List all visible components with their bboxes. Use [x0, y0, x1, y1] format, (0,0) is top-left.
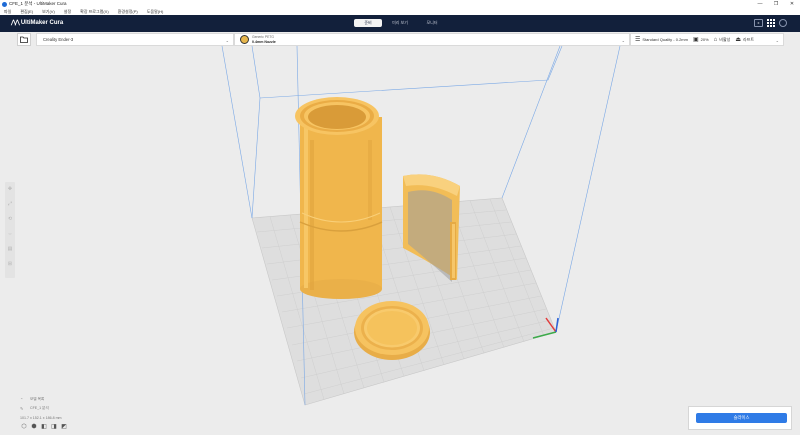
menu-extensions[interactable]: 확장 프로그램(X) [80, 9, 109, 15]
cura-app-icon [2, 1, 7, 7]
camera-view-buttons: ⬡ ⬢ ◧ ◨ ◩ [20, 422, 70, 430]
nozzle-size: 0.4mm Nozzle [252, 39, 276, 44]
open-file-button[interactable] [17, 33, 31, 46]
adhesion-label: 라프트 [743, 36, 755, 42]
object-list-toggle[interactable]: ⌃ 모델 목록 [20, 395, 62, 404]
slice-button[interactable]: 슬라이스 [696, 413, 787, 423]
infill-label: 20% [700, 37, 709, 42]
header-right-controls: ≡ [750, 19, 787, 27]
support-icon: ⌂ [713, 36, 718, 43]
menu-preferences[interactable]: 환경설정(P) [118, 9, 138, 15]
stage-tabs: 준비 미리 보기 모니터 [354, 19, 450, 27]
move-tool-icon[interactable]: ✥ [8, 186, 12, 201]
support-blocker-icon[interactable]: ⊞ [8, 261, 12, 276]
account-icon[interactable] [779, 19, 787, 27]
sliders-icon: ☰ [635, 37, 641, 43]
menu-file[interactable]: 파일 [4, 9, 11, 15]
view-top-icon[interactable]: ◧ [40, 422, 48, 430]
support-label: 비활성 [719, 36, 731, 42]
view-right-icon[interactable]: ◩ [60, 422, 68, 430]
menu-edit[interactable]: 편집(E) [20, 9, 33, 15]
view-3d-icon[interactable]: ⬡ [20, 422, 28, 430]
mirror-tool-icon[interactable]: ⇔ [8, 231, 13, 246]
pencil-icon: ✎ [20, 406, 24, 411]
slice-panel: 슬라이스 [688, 406, 792, 430]
object-dimensions-row: 101.7 x 152.1 x 186.8 mm [20, 413, 62, 422]
print-settings-selector[interactable]: ☰ Standard Quality - 0.2mm ▣ 20% ⌂ 비활성 ⏏ 라프트… [630, 33, 784, 46]
minimize-button[interactable]: — [752, 0, 768, 8]
tall-cylinder-model [295, 97, 383, 299]
apps-grid-icon[interactable] [767, 19, 775, 27]
lid-model [354, 301, 430, 360]
title-bar: CFE_1 분석 - UltiMaker Cura — ❐ ✕ [0, 0, 800, 8]
printer-selector[interactable]: Creality Ender-3 ⌄ [36, 33, 234, 46]
close-button[interactable]: ✕ [784, 0, 800, 8]
chevron-icon: ⌃ [20, 397, 24, 402]
extruder-icon [240, 35, 249, 44]
app-header: ⋀⋀ UltiMaker Cura 준비 미리 보기 모니터 ≡ [0, 15, 800, 32]
material-selector[interactable]: Generic PETG 0.4mm Nozzle ⌄ [234, 33, 630, 46]
infill-icon: ▣ [692, 37, 699, 43]
view-front-icon[interactable]: ⬢ [30, 422, 38, 430]
quality-setting: ☰ Standard Quality - 0.2mm [635, 36, 688, 43]
logo-text: UltiMaker Cura [20, 19, 64, 26]
quality-label: Standard Quality - 0.2mm [642, 37, 688, 42]
view-left-icon[interactable]: ◨ [50, 422, 58, 430]
maximize-button[interactable]: ❐ [768, 0, 784, 8]
window-title: CFE_1 분석 - UltiMaker Cura [9, 1, 67, 6]
adhesion-setting: ⏏ 라프트 [735, 36, 755, 44]
tab-prepare[interactable]: 준비 [354, 19, 382, 27]
per-model-settings-icon[interactable]: ▤ [8, 246, 13, 261]
chevron-down-icon: ⌄ [225, 38, 229, 43]
ultimaker-logo-icon: ⋀⋀ [11, 20, 20, 26]
folder-icon [20, 36, 28, 43]
infill-setting: ▣ 20% [693, 36, 709, 43]
tab-preview[interactable]: 미리 보기 [386, 19, 414, 27]
scale-tool-icon[interactable]: ⤢ [8, 201, 12, 216]
object-name-row[interactable]: ✎ CFE_1 분석 [20, 404, 62, 413]
printer-name: Creality Ender-3 [43, 37, 74, 42]
object-dimensions: 101.7 x 152.1 x 186.8 mm [20, 415, 62, 420]
support-setting: ⌂ 비활성 [714, 37, 731, 43]
menu-view[interactable]: 보기(V) [42, 9, 55, 15]
chevron-down-icon: ⌄ [621, 38, 625, 43]
marketplace-icon[interactable]: ≡ [754, 19, 763, 27]
object-name: CFE_1 분석 [30, 406, 49, 410]
ultimaker-logo: ⋀⋀ UltiMaker Cura [11, 19, 64, 27]
menu-help[interactable]: 도움말(H) [147, 9, 164, 15]
build-viewport[interactable] [0, 46, 800, 435]
adhesion-icon: ⏏ [735, 37, 741, 43]
transform-tools: ✥ ⤢ ⟲ ⇔ ▤ ⊞ [5, 182, 15, 278]
object-list-label: 모델 목록 [30, 397, 45, 401]
object-info: ⌃ 모델 목록 ✎ CFE_1 분석 101.7 x 152.1 x 186.8 m… [20, 395, 62, 422]
menu-bar: 파일 편집(E) 보기(V) 설정 확장 프로그램(X) 환경설정(P) 도움말… [0, 8, 800, 15]
menu-settings[interactable]: 설정 [64, 9, 71, 15]
window-controls: — ❐ ✕ [752, 0, 800, 8]
rotate-tool-icon[interactable]: ⟲ [8, 216, 12, 231]
chevron-down-icon: ⌄ [775, 38, 779, 43]
tab-monitor[interactable]: 모니터 [418, 19, 446, 27]
